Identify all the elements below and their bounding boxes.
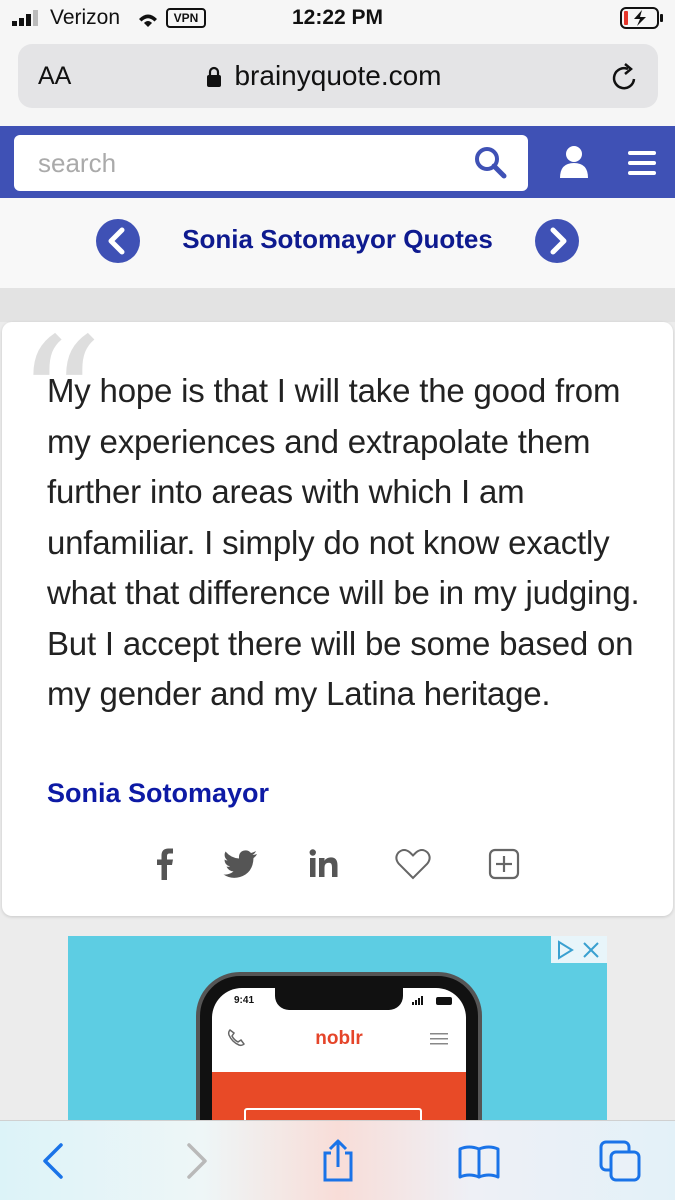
browser-url-area: AA brainyquote.com [0,38,675,126]
advertisement[interactable]: 9:41 noblr [68,936,607,1120]
reload-icon[interactable] [610,61,640,93]
user-icon[interactable] [558,145,590,179]
url-domain: brainyquote.com [234,60,442,91]
ad-choices-icon[interactable] [555,940,575,960]
ad-brand-logo: noblr [315,1028,363,1049]
back-icon[interactable] [32,1139,76,1183]
ad-cta-outline [244,1108,422,1120]
hamburger-icon [430,1033,448,1045]
ad-choices[interactable] [551,936,607,963]
battery-charging-icon [620,7,663,29]
plus-square-icon[interactable] [484,844,524,884]
site-header [0,126,675,198]
bookmarks-icon[interactable] [457,1139,501,1183]
browser-toolbar [0,1120,675,1200]
tabs-icon[interactable] [598,1139,642,1183]
ad-phone-image: 9:41 noblr [196,972,482,1120]
search-input[interactable] [14,135,528,191]
url-bar[interactable]: AA brainyquote.com [18,44,658,108]
quote-text[interactable]: My hope is that I will take the good fro… [47,366,647,720]
clock: 12:22 PM [291,6,384,29]
ad-phone-screen: 9:41 noblr [212,988,466,1120]
twitter-icon[interactable] [221,844,261,884]
menu-icon[interactable] [626,149,658,177]
heart-icon[interactable] [393,844,433,884]
author-link[interactable]: Sonia Sotomayor [47,778,269,809]
chevron-right-icon [550,227,567,255]
facebook-icon[interactable] [145,844,185,884]
next-topic-button[interactable] [535,219,579,263]
ad-phone-time: 9:41 [234,995,255,1006]
quote-card: “ My hope is that I will take the good f… [2,316,673,916]
share-icon[interactable] [316,1139,360,1183]
search-icon[interactable] [474,146,508,180]
linkedin-icon[interactable] [304,844,344,884]
close-icon[interactable] [581,940,601,960]
forward-icon[interactable] [174,1139,218,1183]
status-bar: Verizon VPN 12:22 PM [0,0,675,38]
topic-title-bar: Sonia Sotomayor Quotes [0,198,675,288]
phone-notch [275,988,403,1010]
ad-phone-status-icons [412,996,452,1005]
ad-hero-band [212,1072,466,1120]
